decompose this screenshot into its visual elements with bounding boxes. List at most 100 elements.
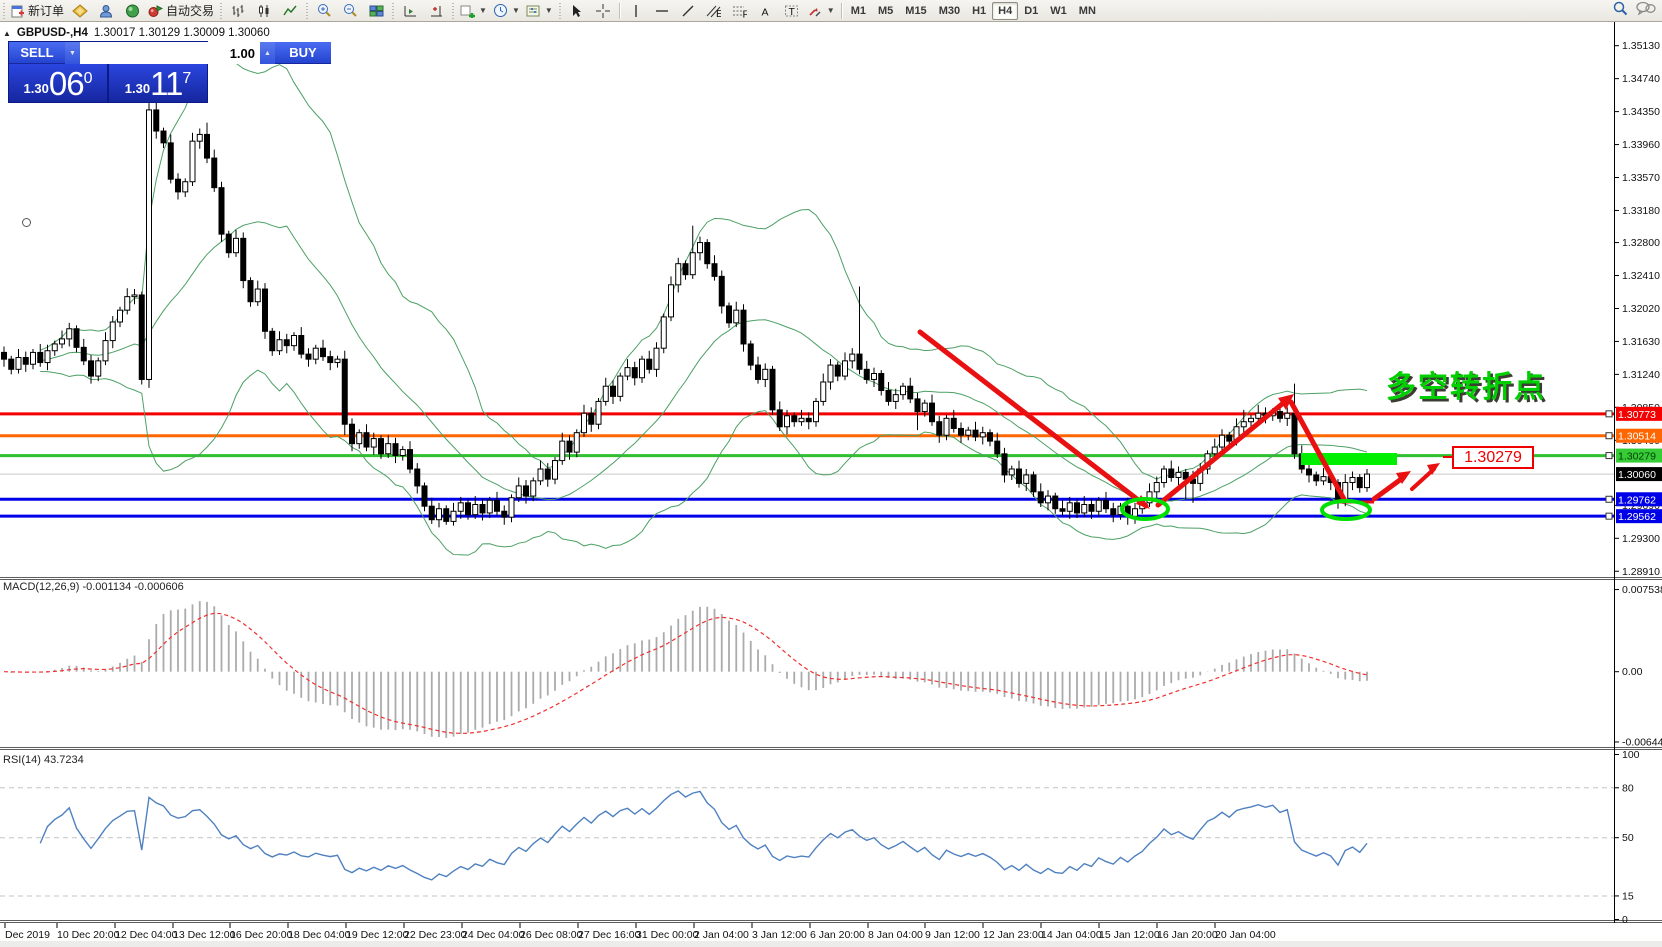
hline-handle[interactable] <box>1606 513 1612 519</box>
svg-text:A: A <box>762 6 769 18</box>
new-order-label: 新订单 <box>28 2 64 19</box>
timeframe-h1[interactable]: H1 <box>966 2 992 20</box>
price-tick-label: 1.33960 <box>1622 139 1660 151</box>
timeframe-m5[interactable]: M5 <box>872 2 899 20</box>
time-tick-label: 20 Jan 04:00 <box>1215 929 1276 941</box>
line-chart-icon <box>283 4 298 18</box>
price-tick-label: 1.32800 <box>1622 237 1660 249</box>
signals-button[interactable] <box>119 1 145 21</box>
price-callout-label[interactable]: 1.30279 <box>1452 446 1534 469</box>
tile-windows-button[interactable] <box>363 1 389 21</box>
metaquotes-button[interactable] <box>67 1 93 21</box>
chevron-down-icon: ▼ <box>512 6 520 15</box>
autotrading-icon <box>148 4 163 18</box>
arrows-tool-button[interactable]: ▼ <box>805 1 838 21</box>
vertical-line-tool-button[interactable] <box>623 1 649 21</box>
zoom-out-icon <box>343 3 358 18</box>
time-tick-label: 27 Dec 16:00 <box>578 929 641 941</box>
hline-handle[interactable] <box>1606 433 1612 439</box>
fibonacci-tool-button[interactable]: F <box>727 1 753 21</box>
crosshair-tool-button[interactable] <box>590 1 616 21</box>
rsi-label: RSI(14) 43.7234 <box>3 754 84 766</box>
price-tick-label: 1.35130 <box>1622 40 1660 52</box>
auto-scroll-button[interactable] <box>423 1 449 21</box>
crosshair-icon <box>596 4 610 18</box>
volume-increase-button[interactable]: ▲ <box>260 42 275 64</box>
template-button[interactable]: ▼ <box>523 1 556 21</box>
auto-scroll-icon <box>429 4 444 18</box>
time-tick-label: 2 Jan 04:00 <box>694 929 749 941</box>
trendline-tool-button[interactable] <box>675 1 701 21</box>
price-tag-label: 1.30514 <box>1618 431 1656 443</box>
timeframe-w1[interactable]: W1 <box>1044 2 1073 20</box>
time-tick-label: 12 Jan 23:00 <box>983 929 1044 941</box>
autotrading-button[interactable]: 自动交易 <box>145 1 217 21</box>
macd-tick-label: -0.006446 <box>1622 736 1662 748</box>
text-tool-button[interactable]: A <box>753 1 779 21</box>
time-tick-label: 16 Dec 20:00 <box>230 929 293 941</box>
rsi-tick-label: 50 <box>1622 832 1634 844</box>
arrow-objects-icon <box>808 4 823 18</box>
horizontal-line-icon <box>655 4 669 18</box>
buy-price-display[interactable]: 1.30 11 7 <box>109 64 207 102</box>
ohlc-values: 1.30017 1.30129 1.30009 1.30060 <box>94 27 270 39</box>
green-zone-rectangle[interactable] <box>1301 453 1397 465</box>
add-indicator-button[interactable]: ▼ <box>457 1 490 21</box>
hline-handle[interactable] <box>1606 496 1612 502</box>
hline-handle[interactable] <box>1606 411 1612 417</box>
price-tick-label: 1.29300 <box>1622 533 1660 545</box>
candlestick-chart-button[interactable] <box>251 1 277 21</box>
volume-decrease-button[interactable]: ▼ <box>65 42 80 64</box>
bar-chart-icon <box>231 4 246 18</box>
toolbar-separator <box>619 3 620 19</box>
chat-icon[interactable] <box>1636 1 1656 16</box>
sell-price-point: 0 <box>84 70 93 88</box>
signal-orb-icon <box>125 4 140 18</box>
price-callout-connector <box>1443 456 1452 458</box>
hline-handle[interactable] <box>1606 453 1612 459</box>
buy-button[interactable]: BUY <box>275 42 331 64</box>
sell-price-display[interactable]: 1.30 06 0 <box>9 64 109 102</box>
timeframe-d1[interactable]: D1 <box>1018 2 1044 20</box>
time-tick-label: 13 Dec 12:00 <box>173 929 236 941</box>
chart-canvas[interactable]: 1.351301.347401.343501.339601.335701.331… <box>0 0 1662 947</box>
cursor-tool-button[interactable] <box>564 1 590 21</box>
time-tick-label: 14 Jan 04:00 <box>1041 929 1102 941</box>
line-chart-button[interactable] <box>277 1 303 21</box>
toolbar-grip <box>218 3 224 19</box>
time-tick-label: 8 Jan 04:00 <box>868 929 923 941</box>
channel-tool-button[interactable]: E <box>701 1 727 21</box>
new-order-button[interactable]: 新订单 <box>8 1 67 21</box>
timeframe-mn[interactable]: MN <box>1073 2 1102 20</box>
chart-shift-button[interactable] <box>397 1 423 21</box>
zoom-out-button[interactable] <box>337 1 363 21</box>
zoom-in-button[interactable] <box>311 1 337 21</box>
buy-price-pips: 11 <box>150 69 182 99</box>
bar-chart-button[interactable] <box>225 1 251 21</box>
sell-button[interactable]: SELL <box>9 42 65 64</box>
turning-point-annotation[interactable]: 多空转折点 <box>1386 362 1546 406</box>
timeframe-m15[interactable]: M15 <box>899 2 932 20</box>
community-button[interactable] <box>93 1 119 21</box>
time-tick-label: 31 Dec 00:00 <box>636 929 699 941</box>
time-tick-label: 26 Dec 08:00 <box>520 929 583 941</box>
svg-text:E: E <box>716 8 721 18</box>
chevron-down-icon: ▼ <box>827 6 835 15</box>
search-icon[interactable] <box>1613 1 1628 16</box>
volume-input[interactable] <box>80 42 260 64</box>
time-tick-label: 12 Dec 04:00 <box>115 929 178 941</box>
period-selector-button[interactable]: ▼ <box>490 1 523 21</box>
price-tick-label: 1.33570 <box>1622 172 1660 184</box>
timeframe-h4[interactable]: H4 <box>992 2 1018 20</box>
symbol-period-label: GBPUSD-,H4 <box>17 27 88 39</box>
timeframe-m30[interactable]: M30 <box>933 2 966 20</box>
time-tick-label: 10 Dec 20:00 <box>57 929 120 941</box>
toolbar-separator <box>841 3 842 19</box>
text-label-tool-button[interactable]: T <box>779 1 805 21</box>
timeframe-m1[interactable]: M1 <box>845 2 872 20</box>
horizontal-line-tool-button[interactable] <box>649 1 675 21</box>
candlestick-chart-icon <box>257 4 272 18</box>
collapse-panel-icon[interactable]: ▲ <box>3 29 11 38</box>
mt4-terminal-window: { "toolbar": { "new_order_label": "新订单",… <box>0 0 1662 947</box>
toolbar-grip <box>450 3 456 19</box>
